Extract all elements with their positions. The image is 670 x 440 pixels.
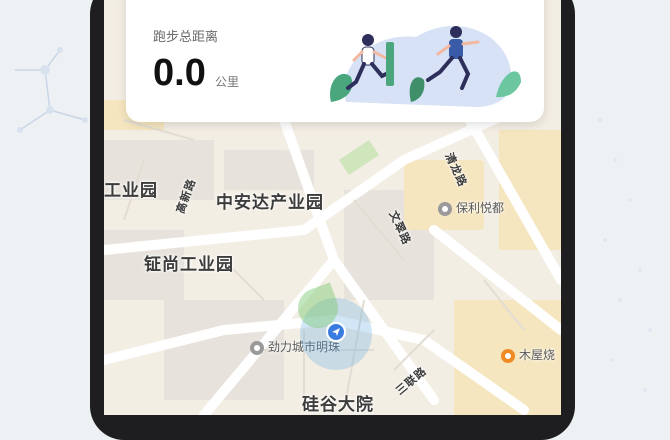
map-label-area: 钲尚工业园: [144, 255, 234, 274]
run-distance-card: 跑步总距离 0.0 公里: [126, 0, 544, 122]
map-label-area: 中安达产业园: [216, 193, 324, 212]
running-illustration: [330, 25, 521, 108]
map-label-area: 工业园: [104, 181, 158, 200]
card-title: 跑步总距离: [153, 29, 219, 44]
poi-marker-icon: [438, 201, 452, 216]
map-poi[interactable]: 保利悦都: [438, 199, 504, 216]
poi-marker-icon: [501, 348, 515, 363]
poi-marker-icon: [250, 340, 264, 355]
map-label-area: 硅谷大院: [302, 395, 374, 414]
map-poi[interactable]: 木屋烧: [501, 346, 555, 363]
distance-value: 0.0: [153, 52, 206, 94]
poi-label: 木屋烧: [519, 348, 556, 362]
distance-unit: 公里: [215, 75, 240, 89]
current-location-icon[interactable]: [326, 322, 346, 342]
poi-label: 保利悦都: [456, 201, 505, 215]
